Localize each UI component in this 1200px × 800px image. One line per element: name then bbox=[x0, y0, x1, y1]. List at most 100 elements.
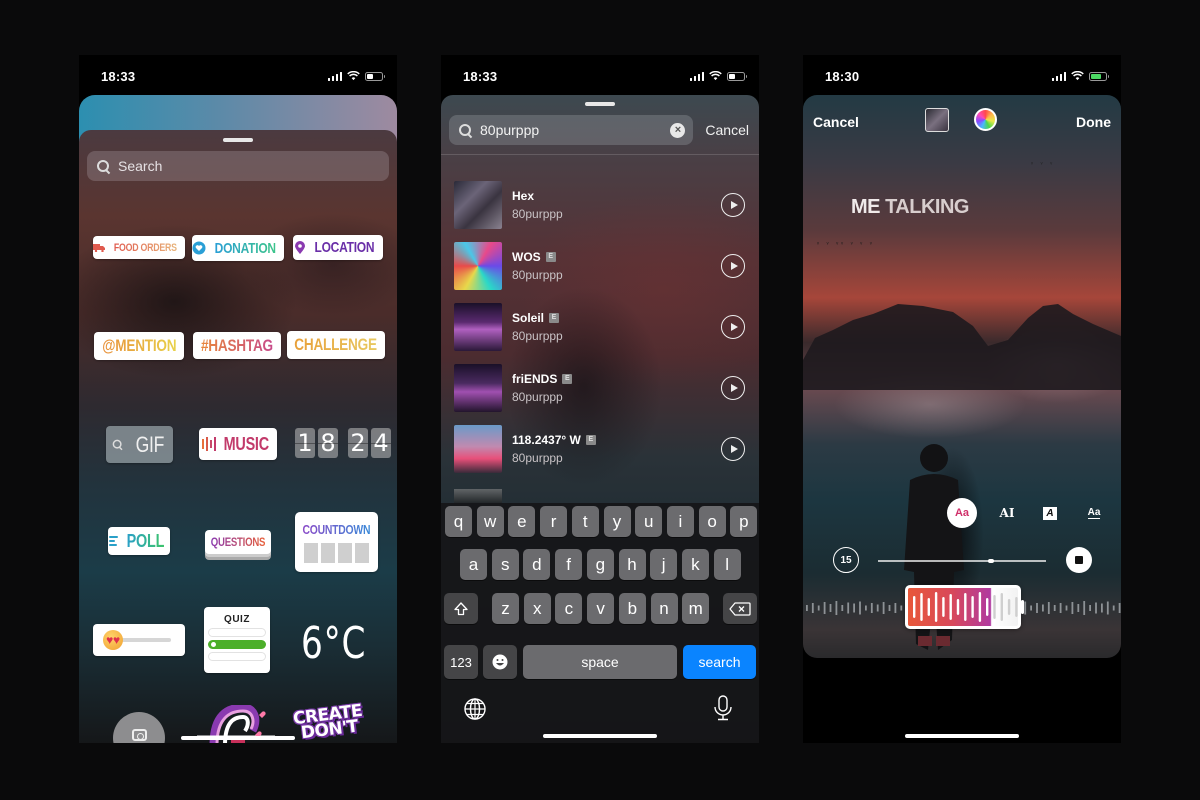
font-style-option-active[interactable]: Aa bbox=[947, 498, 977, 528]
key-k[interactable]: k bbox=[681, 549, 709, 580]
sticker-mention[interactable]: @MENTION bbox=[94, 332, 184, 360]
quiz-option bbox=[208, 652, 266, 661]
sticker-questions[interactable]: QUESTIONS bbox=[205, 530, 271, 554]
backspace-key[interactable] bbox=[723, 593, 757, 624]
audio-selection-handle[interactable] bbox=[905, 585, 1024, 629]
heart-eyes-emoji-icon: ♥♥ bbox=[103, 630, 123, 650]
track-row[interactable]: Hex 80purppp bbox=[454, 181, 747, 229]
key-u[interactable]: u bbox=[635, 506, 663, 537]
sheet-grabber[interactable] bbox=[223, 138, 253, 142]
key-t[interactable]: t bbox=[571, 506, 599, 537]
track-title: Hex bbox=[512, 189, 535, 203]
sticker-challenge[interactable]: CHALLENGE bbox=[287, 331, 385, 359]
play-preview-icon[interactable] bbox=[721, 254, 745, 278]
sticker-food-orders[interactable]: FOOD ORDERS bbox=[93, 236, 185, 259]
search-key[interactable]: search bbox=[683, 645, 756, 679]
key-s[interactable]: s bbox=[491, 549, 519, 580]
key-b[interactable]: b bbox=[618, 593, 646, 624]
music-search-input[interactable]: 80purppp × bbox=[449, 115, 694, 145]
home-indicator[interactable] bbox=[181, 736, 295, 740]
key-h[interactable]: h bbox=[618, 549, 646, 580]
status-bar: 18:33 bbox=[441, 55, 759, 95]
numbers-key[interactable]: 123 bbox=[444, 645, 478, 679]
key-a[interactable]: a bbox=[460, 549, 487, 580]
key-x[interactable]: x bbox=[523, 593, 551, 624]
shift-key[interactable] bbox=[444, 593, 478, 624]
sticker-temperature[interactable]: 6°C bbox=[301, 618, 366, 669]
sticker-emoji-slider[interactable]: ♥♥ bbox=[93, 624, 185, 656]
search-value: 80purppp bbox=[480, 122, 540, 138]
mountain-silhouette bbox=[803, 304, 1121, 390]
key-v[interactable]: v bbox=[587, 593, 615, 624]
key-q[interactable]: q bbox=[445, 506, 472, 537]
track-row[interactable]: WOS E 80purppp bbox=[454, 242, 747, 290]
sticker-search-field[interactable]: Search bbox=[87, 151, 389, 181]
sticker-donation[interactable]: DONATION bbox=[192, 235, 284, 261]
sticker-gif[interactable]: GIF bbox=[106, 426, 173, 463]
key-g[interactable]: g bbox=[586, 549, 614, 580]
sticker-quiz[interactable]: QUIZ bbox=[204, 607, 270, 673]
cancel-button[interactable]: Cancel bbox=[813, 114, 859, 130]
key-f[interactable]: f bbox=[555, 549, 583, 580]
sticker-poll[interactable]: POLL bbox=[108, 527, 170, 555]
key-r[interactable]: r bbox=[540, 506, 568, 537]
scrubber-handle[interactable] bbox=[987, 558, 994, 563]
key-m[interactable]: m bbox=[682, 593, 710, 624]
key-c[interactable]: c bbox=[555, 593, 583, 624]
stop-button[interactable] bbox=[1066, 547, 1092, 573]
album-art-thumbnail[interactable] bbox=[925, 108, 949, 132]
selected-waveform-bar bbox=[1015, 597, 1018, 617]
key-y[interactable]: y bbox=[603, 506, 631, 537]
key-n[interactable]: n bbox=[650, 593, 678, 624]
waveform-bar bbox=[1077, 604, 1080, 612]
globe-icon[interactable] bbox=[464, 698, 486, 720]
key-l[interactable]: l bbox=[713, 549, 741, 580]
track-row[interactable]: Soleil E 80purppp bbox=[454, 303, 747, 351]
track-artwork bbox=[454, 364, 502, 412]
sticker-countdown[interactable]: COUNTDOWN bbox=[295, 512, 378, 572]
key-i[interactable]: i bbox=[666, 506, 694, 537]
waveform-bar bbox=[1083, 601, 1086, 615]
playback-scrubber[interactable] bbox=[878, 558, 1046, 563]
play-preview-icon[interactable] bbox=[721, 437, 745, 461]
sticker-hashtag[interactable]: #HASHTAG bbox=[193, 332, 281, 359]
sheet-grabber[interactable] bbox=[585, 102, 615, 106]
key-w[interactable]: w bbox=[476, 506, 504, 537]
play-preview-icon[interactable] bbox=[721, 376, 745, 400]
key-o[interactable]: o bbox=[698, 506, 726, 537]
color-picker-icon[interactable] bbox=[974, 108, 997, 131]
duration-button[interactable]: 15 bbox=[833, 547, 859, 573]
sticker-music[interactable]: MUSIC bbox=[199, 428, 277, 460]
font-style-option[interactable]: AI bbox=[992, 498, 1022, 528]
key-e[interactable]: e bbox=[508, 506, 536, 537]
play-preview-icon[interactable] bbox=[721, 315, 745, 339]
font-style-option[interactable]: A bbox=[1035, 498, 1065, 528]
waveform-bar bbox=[1059, 603, 1062, 613]
sticker-time[interactable]: 1 8 2 4 bbox=[295, 428, 391, 458]
done-button[interactable]: Done bbox=[1076, 114, 1111, 130]
selected-waveform-bar bbox=[978, 592, 982, 622]
lyrics-caption[interactable]: ME TALKING bbox=[851, 196, 969, 219]
track-row[interactable]: friENDS E 80purppp bbox=[454, 364, 747, 412]
space-key[interactable]: space bbox=[523, 645, 677, 679]
track-artwork bbox=[454, 303, 502, 351]
explicit-badge: E bbox=[545, 252, 556, 262]
key-p[interactable]: p bbox=[730, 506, 758, 537]
clear-icon[interactable]: × bbox=[670, 122, 686, 138]
camera-icon bbox=[131, 729, 147, 741]
home-indicator[interactable] bbox=[905, 734, 1019, 738]
cancel-button[interactable]: Cancel bbox=[705, 122, 749, 138]
track-row[interactable]: 118.2437° W E 80purppp bbox=[454, 425, 747, 473]
font-style-option[interactable]: Aa bbox=[1079, 498, 1109, 528]
sticker-create-dont[interactable]: CREATE DON'T bbox=[292, 701, 364, 743]
waveform-bar bbox=[876, 604, 879, 612]
sticker-location[interactable]: LOCATION bbox=[293, 235, 383, 260]
play-preview-icon[interactable] bbox=[721, 193, 745, 217]
key-j[interactable]: j bbox=[650, 549, 678, 580]
microphone-icon[interactable] bbox=[712, 695, 734, 721]
key-z[interactable]: z bbox=[492, 593, 519, 624]
key-d[interactable]: d bbox=[523, 549, 551, 580]
emoji-key[interactable] bbox=[483, 645, 517, 679]
home-indicator[interactable] bbox=[543, 734, 657, 738]
selected-waveform-bar bbox=[956, 599, 960, 615]
